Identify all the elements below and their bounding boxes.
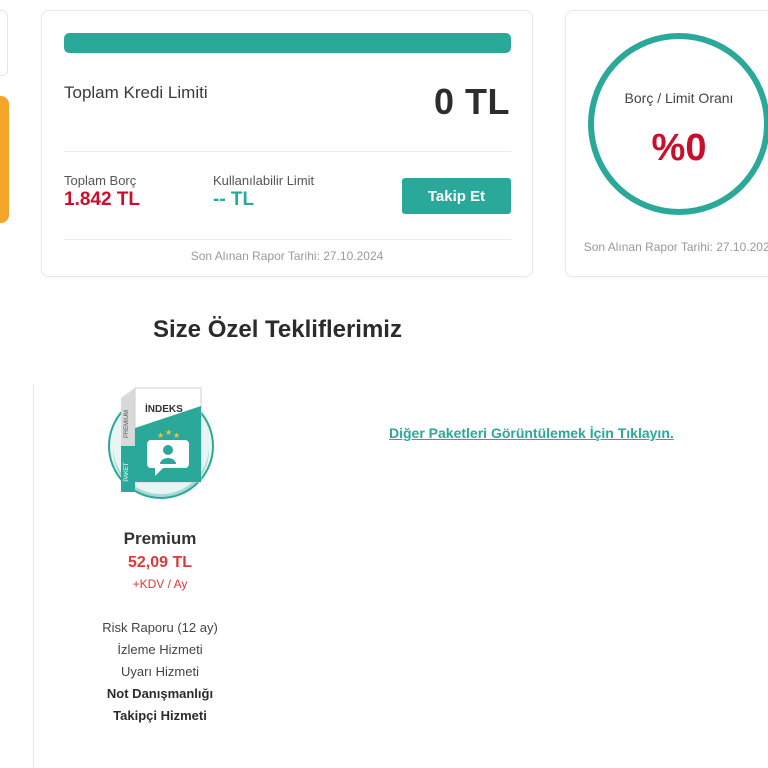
limit-progress-bar [64,33,511,53]
box-front-text: PAKET [124,462,130,482]
debt-limit-ratio-card: Borç / Limit Oranı %0 Son Alınan Rapor T… [565,10,768,277]
total-debt-label: Toplam Borç [64,173,137,188]
star-icon: ★ [165,428,172,437]
box-side-text: PREMIUM [124,410,130,438]
package-features: Risk Raporu (12 ay) İzleme Hizmeti Uyarı… [40,617,280,727]
divider [64,151,511,152]
report-date: Son Alınan Rapor Tarihi: 27.10.2024 [190,249,384,263]
feature-item: Uyarı Hizmeti [120,664,199,679]
dotted-divider [33,385,34,768]
offers-title: Size Özel Tekliflerimiz [153,316,402,343]
package-price: 52,09 TL [127,554,193,571]
ratio-report-date: Son Alınan Rapor Tarihi: 27.10.2024 [583,240,768,254]
total-debt-value: 1.842 TL [64,189,141,210]
star-icon: ★ [157,431,164,440]
feature-item: İzleme Hizmeti [117,642,203,657]
partial-card-left [0,10,8,76]
side-tab[interactable] [0,96,9,223]
premium-package-image: PAKET PREMIUM İNDEKS ★ ★ ★ [105,384,217,500]
feature-item: Not Danışmanlığı [106,686,214,701]
package-price-unit: +KDV / Ay [132,577,188,591]
star-icon: ★ [173,431,180,440]
ratio-value: %0 [651,127,707,169]
credit-limit-card: Toplam Kredi Limiti 0 TL Toplam Borç 1.8… [41,10,533,277]
ratio-ring: Borç / Limit Oranı %0 [588,33,768,215]
available-limit-value: -- TL [213,189,255,210]
available-limit-label: Kullanılabilir Limit [213,173,315,188]
feature-item: Takipçi Hizmeti [113,708,207,723]
total-limit-label: Toplam Kredi Limiti [64,83,208,102]
feature-item: Risk Raporu (12 ay) [102,620,218,635]
follow-button[interactable]: Takip Et [402,178,511,214]
other-packages-link[interactable]: Diğer Paketleri Görüntülemek İçin Tıklay… [389,425,674,441]
limit-progress-fill [64,33,511,53]
total-limit-value: 0 TL [433,81,510,122]
divider [64,239,511,240]
box-logo-text: İNDEKS [145,402,183,415]
ratio-label: Borç / Limit Oranı [624,90,734,106]
package-name: Premium [123,529,197,548]
